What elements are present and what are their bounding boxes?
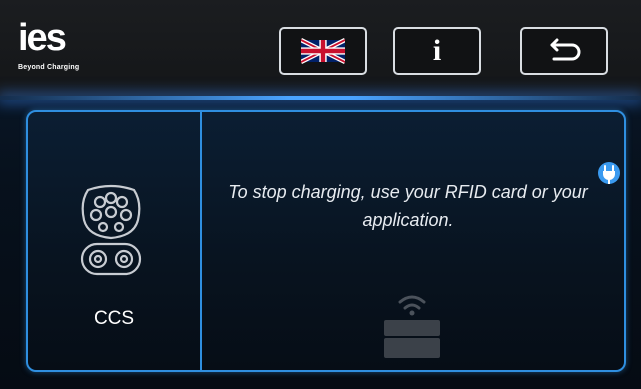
logo-mark: ies <box>18 17 67 59</box>
stop-charging-message: To stop charging, use your RFID card or … <box>228 182 588 230</box>
back-button[interactable] <box>520 27 608 75</box>
charger-screen: ies Beyond Charging i CCS To stop chargi… <box>0 0 641 389</box>
header-glow-divider <box>0 96 641 100</box>
ies-logo: ies Beyond Charging <box>18 18 98 82</box>
language-button[interactable] <box>279 27 367 75</box>
connector-label: CCS <box>93 308 135 329</box>
logo-tagline: Beyond Charging <box>18 64 80 71</box>
rfid-reader-icon <box>384 295 440 358</box>
return-arrow-icon <box>550 38 581 61</box>
charging-panel: CCS To stop charging, use your RFID card… <box>26 110 626 372</box>
panel-divider <box>200 112 202 370</box>
ccs-connector-icon[interactable] <box>78 184 144 280</box>
plug-icon <box>598 162 620 184</box>
top-bar: ies Beyond Charging i <box>0 0 641 96</box>
info-icon: i <box>432 34 442 67</box>
uk-flag-icon <box>301 38 345 64</box>
info-button[interactable]: i <box>393 27 481 75</box>
